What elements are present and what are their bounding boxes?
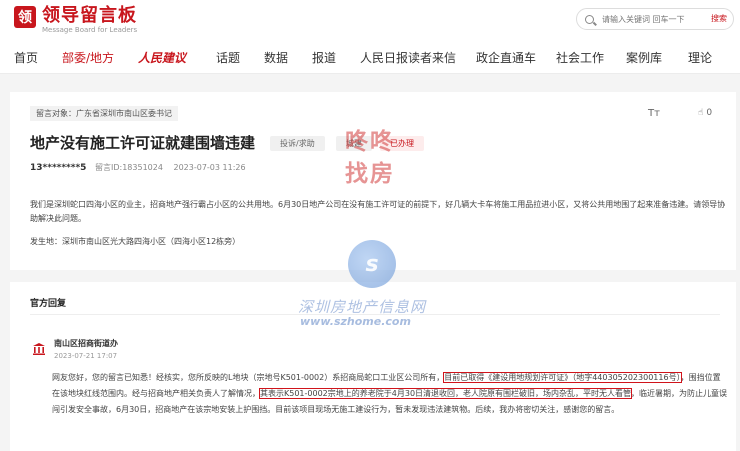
message-id: 留言ID:18351024 bbox=[95, 163, 163, 172]
reply-highlight-2: 其表示K501-0002宗地上的养老院于4月30日清退收回，老人院原有围栏破旧，… bbox=[258, 388, 633, 399]
search-box: 搜索 bbox=[576, 8, 734, 30]
reply-body: 网友您好，您的留言已知悉！经核实，您所反映的L地块（宗地号K501-0002）系… bbox=[52, 370, 728, 418]
watermark-dongdong: 咚咚 找房 bbox=[336, 126, 404, 196]
nav-topics[interactable]: 话题 bbox=[216, 49, 240, 66]
watermark-line-2: 找房 bbox=[345, 161, 395, 187]
logo-subtitle: Message Board for Leaders bbox=[42, 26, 138, 34]
reply-time: 2023-07-21 17:07 bbox=[54, 352, 118, 360]
reply-org-name: 南山区招商街道办 bbox=[54, 339, 118, 348]
message-location: 发生地：深圳市南山区光大路四海小区（四海小区12栋旁） bbox=[30, 237, 241, 246]
search-input[interactable] bbox=[602, 14, 702, 24]
top-bar: 领 领导留言板 Message Board for Leaders 搜索 bbox=[0, 0, 740, 40]
message-title: 地产没有施工许可证就建围墙违建 bbox=[30, 134, 256, 152]
nav-reader-letters[interactable]: 人民日报读者来信 bbox=[360, 49, 456, 66]
watermark-logo-icon: s bbox=[348, 240, 396, 288]
nav-reports[interactable]: 报道 bbox=[312, 49, 336, 66]
main-nav: 首页 部委/地方 人民建议 话题 数据 报道 人民日报读者来信 政企直通车 社会… bbox=[0, 40, 740, 74]
reply-text-1: 网友您好，您的留言已知悉！经核实，您所反映的L地块（宗地号K501-0002）系… bbox=[52, 373, 445, 382]
message-time: 2023-07-03 11:26 bbox=[173, 163, 246, 172]
tag-category: 投诉/求助 bbox=[270, 136, 325, 151]
nav-gov-enterprise[interactable]: 政企直通车 bbox=[476, 49, 536, 66]
nav-social-work[interactable]: 社会工作 bbox=[556, 49, 604, 66]
like-button[interactable]: ☝ 0 bbox=[698, 108, 712, 118]
nav-people-suggestions[interactable]: 人民建议 bbox=[138, 49, 186, 66]
font-size-icon[interactable]: Tт bbox=[648, 108, 660, 119]
like-count: 0 bbox=[706, 108, 713, 118]
government-building-icon bbox=[33, 343, 45, 355]
search-button[interactable]: 搜索 bbox=[711, 13, 727, 24]
nav-data[interactable]: 数据 bbox=[264, 49, 288, 66]
message-target: 留言对象：广东省深圳市南山区委书记 bbox=[30, 106, 178, 121]
reply-highlight-1: 目前已取得《建设用地规划许可证》（地字440305202300116号） bbox=[443, 372, 682, 383]
watermark-site-name: 深圳房地产信息网 bbox=[298, 298, 427, 316]
message-body: 我们是深圳蛇口四海小区的业主，招商地产强行霸占小区的公共用地。6月30日地产公司… bbox=[30, 200, 726, 223]
thumbs-up-icon: ☝ bbox=[698, 108, 704, 118]
watermark-line-1: 咚咚 bbox=[345, 129, 395, 155]
message-meta: 13********5 留言ID:18351024 2023-07-03 11:… bbox=[30, 162, 246, 173]
section-title: 官方回复 bbox=[30, 299, 67, 309]
user-id: 13********5 bbox=[30, 163, 87, 173]
nav-case-library[interactable]: 案例库 bbox=[626, 49, 662, 66]
watermark-url: www.szhome.com bbox=[300, 315, 411, 328]
nav-home[interactable]: 首页 bbox=[14, 49, 38, 66]
watermark-logo-char: s bbox=[365, 251, 379, 277]
nav-ministries[interactable]: 部委/地方 bbox=[62, 49, 114, 66]
search-icon bbox=[585, 14, 594, 24]
logo-mark-icon: 领 bbox=[14, 6, 36, 28]
logo-title: 领导留言板 bbox=[42, 5, 137, 26]
nav-theory[interactable]: 理论 bbox=[688, 49, 712, 66]
site-logo[interactable]: 领 领导留言板 Message Board for Leaders bbox=[14, 6, 137, 35]
